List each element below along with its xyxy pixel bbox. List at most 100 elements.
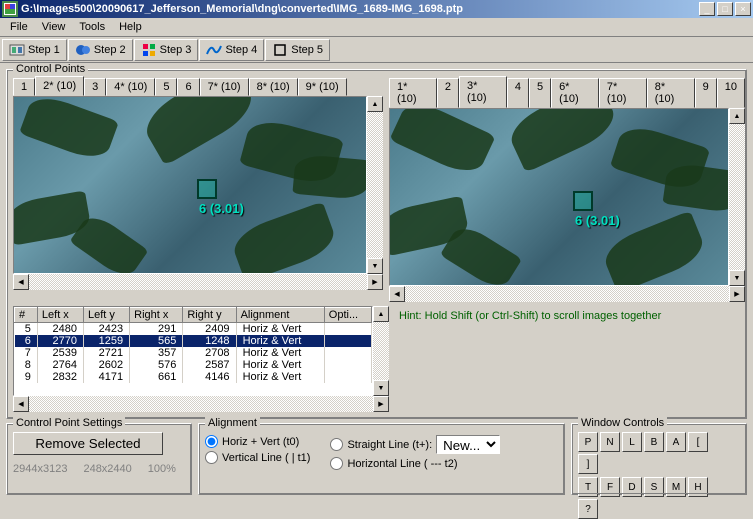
image-tab[interactable]: 6: [177, 78, 199, 96]
window-title: G:\Images500\20090617_Jefferson_Memorial…: [21, 3, 699, 15]
app-icon: [2, 1, 18, 17]
right-tabs: 1* (10)23* (10)456* (10)7* (10)8* (10)91…: [389, 78, 745, 108]
window-control-button[interactable]: S: [644, 477, 664, 497]
image-tab[interactable]: 3* (10): [459, 76, 507, 108]
menu-tools[interactable]: Tools: [73, 19, 111, 35]
step2-button[interactable]: Step 2: [68, 39, 133, 61]
window-control-button[interactable]: ]: [578, 454, 598, 474]
table-row[interactable]: 8276426025762587Horiz & Vert: [15, 359, 372, 371]
image-tab[interactable]: 2: [437, 78, 459, 108]
control-point-label: 6 (3.01): [199, 201, 244, 216]
image-tab[interactable]: 5: [529, 78, 551, 108]
step3-label: Step 3: [160, 44, 192, 56]
left-hscroll[interactable]: ◀▶: [13, 274, 383, 290]
radio-horiz-vert[interactable]: Horiz + Vert (t0): [205, 435, 310, 448]
left-vscroll[interactable]: ▲▼: [367, 96, 383, 274]
minimize-button[interactable]: _: [699, 2, 715, 16]
table-hscroll[interactable]: ◀▶: [13, 396, 389, 412]
column-header[interactable]: Left x: [37, 308, 83, 323]
table-row[interactable]: 6277012595651248Horiz & Vert: [15, 335, 372, 347]
step4-button[interactable]: Step 4: [199, 39, 264, 61]
window-controls-group: Window Controls PNLBA[] TFDSMH?: [571, 423, 747, 495]
column-header[interactable]: Left y: [84, 308, 130, 323]
zoom-level: 100%: [148, 463, 176, 475]
window-controls-title: Window Controls: [578, 417, 667, 429]
cp-settings-title: Control Point Settings: [13, 417, 125, 429]
window-control-button[interactable]: F: [600, 477, 620, 497]
title-bar: G:\Images500\20090617_Jefferson_Memorial…: [0, 0, 753, 18]
image-tab[interactable]: 8* (10): [647, 78, 695, 108]
radio-horizontal-line[interactable]: Horizontal Line ( --- t2): [330, 457, 500, 470]
control-points-table[interactable]: #Left xLeft yRight xRight yAlignmentOpti…: [13, 306, 373, 396]
image-tab[interactable]: 6* (10): [551, 78, 599, 108]
control-point-label: 6 (3.01): [575, 213, 620, 228]
image-tab[interactable]: 8* (10): [249, 78, 298, 96]
step1-button[interactable]: Step 1: [2, 39, 67, 61]
table-row[interactable]: 9283241716614146Horiz & Vert: [15, 371, 372, 383]
step1-label: Step 1: [28, 44, 60, 56]
step4-label: Step 4: [225, 44, 257, 56]
menu-help[interactable]: Help: [113, 19, 148, 35]
table-row[interactable]: 5248024232912409Horiz & Vert: [15, 323, 372, 336]
window-control-button[interactable]: H: [688, 477, 708, 497]
step5-button[interactable]: Step 5: [265, 39, 330, 61]
right-image-viewport[interactable]: 6 (3.01): [389, 108, 729, 286]
column-header[interactable]: Alignment: [236, 308, 324, 323]
maximize-button[interactable]: □: [717, 2, 733, 16]
menu-file[interactable]: File: [4, 19, 34, 35]
step2-label: Step 2: [94, 44, 126, 56]
image-tab[interactable]: 9: [695, 78, 717, 108]
menu-bar: File View Tools Help: [0, 18, 753, 37]
window-control-button[interactable]: A: [666, 432, 686, 452]
image-tab[interactable]: 10: [717, 78, 745, 108]
window-control-button[interactable]: M: [666, 477, 686, 497]
column-header[interactable]: #: [15, 308, 38, 323]
column-header[interactable]: Right x: [130, 308, 183, 323]
image-tab[interactable]: 7* (10): [200, 78, 249, 96]
image-tab[interactable]: 1: [13, 78, 35, 96]
image-tab[interactable]: 3: [84, 78, 106, 96]
table-vscroll[interactable]: ▲▼: [373, 306, 389, 396]
cp-settings-group: Control Point Settings Remove Selected 2…: [6, 423, 192, 495]
image-tab[interactable]: 7* (10): [599, 78, 647, 108]
hint-text: Hint: Hold Shift (or Ctrl-Shift) to scro…: [397, 306, 663, 396]
radio-vertical-line[interactable]: Vertical Line ( | t1): [205, 451, 310, 464]
close-button[interactable]: ×: [735, 2, 751, 16]
window-control-button[interactable]: [: [688, 432, 708, 452]
right-hscroll[interactable]: ◀▶: [389, 286, 745, 302]
image-tab[interactable]: 1* (10): [389, 78, 437, 108]
control-points-group: Control Points 12* (10)34* (10)567* (10)…: [6, 69, 747, 419]
window-control-button[interactable]: N: [600, 432, 620, 452]
left-tabs: 12* (10)34* (10)567* (10)8* (10)9* (10): [13, 78, 383, 96]
left-image-viewport[interactable]: 6 (3.01): [13, 96, 367, 274]
straight-line-select[interactable]: New...: [436, 435, 500, 454]
control-points-title: Control Points: [13, 63, 88, 75]
control-point-marker[interactable]: [573, 191, 593, 211]
alignment-title: Alignment: [205, 417, 260, 429]
radio-straight-line[interactable]: Straight Line (t+): New...: [330, 435, 500, 454]
column-header[interactable]: Opti...: [324, 308, 371, 323]
image-tab[interactable]: 9* (10): [298, 78, 347, 96]
window-control-button[interactable]: T: [578, 477, 598, 497]
image-tab[interactable]: 2* (10): [35, 76, 84, 96]
left-dimensions: 2944x3123: [13, 463, 67, 475]
step3-button[interactable]: Step 3: [134, 39, 199, 61]
image-tab[interactable]: 5: [155, 78, 177, 96]
column-header[interactable]: Right y: [183, 308, 236, 323]
window-control-button[interactable]: B: [644, 432, 664, 452]
control-point-marker[interactable]: [197, 179, 217, 199]
table-row[interactable]: 7253927213572708Horiz & Vert: [15, 347, 372, 359]
menu-view[interactable]: View: [36, 19, 72, 35]
window-control-button[interactable]: L: [622, 432, 642, 452]
window-control-button[interactable]: P: [578, 432, 598, 452]
window-control-button[interactable]: D: [622, 477, 642, 497]
right-dimensions: 248x2440: [83, 463, 131, 475]
image-tab[interactable]: 4: [507, 78, 529, 108]
toolbar: Step 1 Step 2 Step 3 Step 4 Step 5: [0, 37, 753, 63]
window-control-button[interactable]: ?: [578, 499, 598, 519]
image-tab[interactable]: 4* (10): [106, 78, 155, 96]
step5-label: Step 5: [291, 44, 323, 56]
right-vscroll[interactable]: ▲▼: [729, 108, 745, 286]
alignment-group: Alignment Horiz + Vert (t0) Vertical Lin…: [198, 423, 565, 495]
remove-selected-button[interactable]: Remove Selected: [13, 432, 163, 455]
